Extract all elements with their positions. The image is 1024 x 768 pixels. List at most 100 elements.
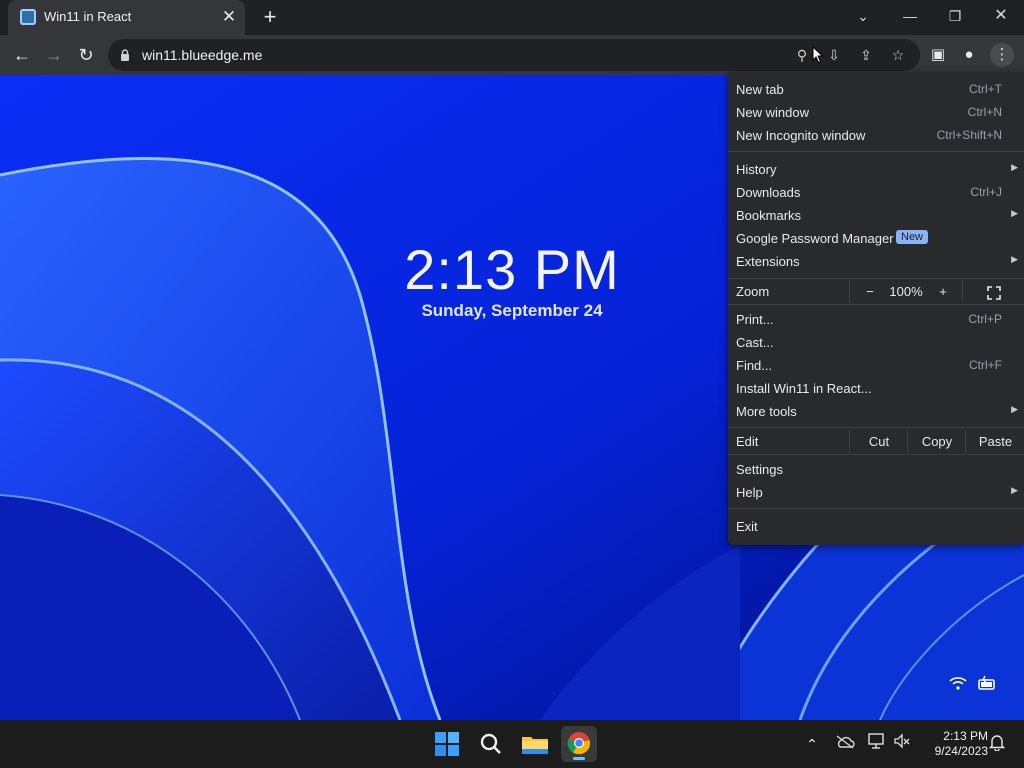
menu-separator [728,278,1024,279]
submenu-arrow-icon: ▶ [1011,162,1018,172]
tab-search-chevron-down-icon[interactable]: ⌄ [848,5,878,27]
zoom-out-button[interactable]: − [849,280,890,303]
menu-item-google-password-manager[interactable]: Google Password Manager New [728,227,1024,250]
menu-label: Help [736,485,763,500]
new-tab-button[interactable]: + [258,5,282,29]
tab-strip: Win11 in React ✕ + ⌄ — ❐ ✕ [0,0,1024,35]
reload-icon[interactable]: ↻ [74,43,98,67]
file-explorer-icon[interactable] [517,726,553,762]
menu-shortcut: Ctrl+F [969,358,1002,372]
menu-label: Exit [736,519,758,534]
menu-shortcut: Ctrl+J [970,185,1002,199]
menu-shortcut: Ctrl+T [969,82,1002,96]
tab-close-icon[interactable]: ✕ [219,7,239,27]
menu-item-help[interactable]: Help ▶ [728,481,1024,504]
submenu-arrow-icon: ▶ [1011,208,1018,218]
taskbar-time: 2:13 PM [943,729,988,743]
chrome-icon[interactable] [561,726,597,762]
menu-label: More tools [736,404,797,419]
back-arrow-icon[interactable]: ← [10,43,34,67]
network-icon[interactable] [866,733,888,755]
menu-label: New window [736,105,809,120]
menu-shortcut: Ctrl+P [968,312,1002,326]
address-bar[interactable]: win11.blueedge.me ⚲ ⇩ ⇪ ☆ [108,39,920,71]
menu-item-bookmarks[interactable]: Bookmarks ▶ [728,204,1024,227]
menu-item-history[interactable]: History ▶ [728,158,1024,181]
taskbar-date: 9/24/2023 [934,744,988,758]
taskbar: ⌃ 2:13 PM 9/24/2023 [0,720,1024,768]
mouse-cursor-icon [812,46,824,64]
menu-label: New tab [736,82,784,97]
menu-shortcut: Ctrl+N [967,105,1002,119]
zoom-level: 100% [889,284,923,299]
submenu-arrow-icon: ▶ [1011,254,1018,264]
menu-separator [728,427,1024,428]
menu-item-extensions[interactable]: Extensions ▶ [728,250,1024,273]
copy-button[interactable]: Copy [907,430,966,453]
share-icon[interactable]: ⇪ [856,45,876,65]
menu-item-settings[interactable]: Settings [728,458,1024,481]
lock-icon [121,49,129,61]
menu-label: Google Password Manager [736,231,894,246]
browser-tab[interactable]: Win11 in React ✕ [8,0,245,35]
running-indicator [573,757,585,760]
browser-toolbar: ← → ↻ win11.blueedge.me ⚲ ⇩ ⇪ ☆ ▣ ● ⋮ [0,35,1024,75]
menu-item-exit[interactable]: Exit [728,515,1024,538]
cut-button[interactable]: Cut [849,430,908,453]
menu-item-print[interactable]: Print... Ctrl+P [728,308,1024,331]
search-icon[interactable] [473,726,509,762]
window-close-icon[interactable]: ✕ [986,5,1016,27]
chrome-menu-kebab-icon[interactable]: ⋮ [990,43,1014,67]
zoom-search-icon[interactable]: ⚲ [792,45,812,65]
install-app-icon[interactable]: ⇩ [824,45,844,65]
menu-item-new-tab[interactable]: New tab Ctrl+T [728,78,1024,101]
volume-muted-icon[interactable] [891,733,913,755]
menu-item-downloads[interactable]: Downloads Ctrl+J [728,181,1024,204]
menu-separator [728,508,1024,509]
menu-label: New Incognito window [736,128,866,143]
zoom-label: Zoom [736,284,770,299]
battery-charging-icon [977,675,999,695]
windows-start-icon[interactable] [429,726,465,762]
menu-edit-row: Edit Cut Copy Paste [728,430,1024,453]
restore-icon[interactable]: ❐ [940,5,970,27]
menu-item-find[interactable]: Find... Ctrl+F [728,354,1024,377]
chrome-main-menu: New tab Ctrl+T New window Ctrl+N New Inc… [728,72,1024,545]
menu-label: Extensions [736,254,800,269]
menu-label: Downloads [736,185,801,200]
zoom-in-button[interactable]: + [923,280,963,303]
menu-label: Install Win11 in React... [736,381,872,396]
fullscreen-icon[interactable] [962,280,1024,303]
notification-bell-icon[interactable] [986,733,1008,755]
wifi-icon [948,675,970,695]
menu-separator [728,151,1024,152]
show-hidden-icons-chevron-up-icon[interactable]: ⌃ [801,733,823,755]
menu-item-install-app[interactable]: Install Win11 in React... [728,377,1024,400]
minimize-icon[interactable]: — [895,5,925,27]
menu-separator [728,304,1024,305]
menu-label: Bookmarks [736,208,802,223]
bookmark-star-icon[interactable]: ☆ [888,45,908,65]
menu-item-more-tools[interactable]: More tools ▶ [728,400,1024,423]
menu-label: History [736,162,777,177]
menu-label: Settings [736,462,783,477]
menu-item-cast[interactable]: Cast... [728,331,1024,354]
taskbar-clock[interactable]: 2:13 PM 9/24/2023 [922,729,988,759]
menu-zoom-row: Zoom − 100% + [728,280,1024,303]
submenu-arrow-icon: ▶ [1011,485,1018,495]
onedrive-cloud-icon[interactable] [834,733,856,755]
menu-label: Print... [736,312,774,327]
paste-button[interactable]: Paste [965,430,1024,453]
side-panel-icon[interactable]: ▣ [926,43,950,67]
site-favicon-icon [20,9,36,25]
submenu-arrow-icon: ▶ [1011,404,1018,414]
profile-icon[interactable]: ● [957,43,981,67]
new-badge: New [896,230,929,244]
forward-arrow-icon[interactable]: → [42,43,66,67]
menu-label: Cast... [736,335,774,350]
url-text: win11.blueedge.me [142,47,263,63]
menu-item-new-incognito-window[interactable]: New Incognito window Ctrl+Shift+N [728,124,1024,147]
tab-title: Win11 in React [44,9,132,24]
menu-item-new-window[interactable]: New window Ctrl+N [728,101,1024,124]
menu-label: Find... [736,358,773,373]
